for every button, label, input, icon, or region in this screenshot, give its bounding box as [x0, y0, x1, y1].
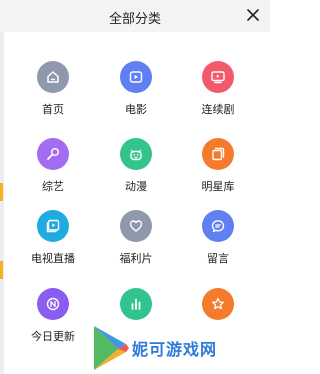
category-home[interactable]: 首页: [13, 61, 93, 121]
star-icon: [212, 297, 224, 310]
movie-icon-badge: [120, 61, 152, 93]
category-message[interactable]: 留言: [178, 210, 258, 270]
category-label: 电视直播: [31, 252, 75, 265]
category-series[interactable]: 连续剧: [178, 61, 258, 121]
live-tv-icon-badge: [37, 210, 69, 242]
new-badge-icon: [46, 297, 60, 311]
category-live-tv[interactable]: 电视直播: [13, 210, 93, 270]
watermark: 妮可游戏网: [88, 320, 270, 374]
bar-chart-icon: [131, 298, 141, 310]
heart-icon-badge: [120, 210, 152, 242]
cartoon-icon-badge: [120, 138, 152, 170]
category-grid: 首页 电影 连续剧 综艺 动漫 明星库 电视直播 福利片 留言 今日更新: [0, 0, 270, 374]
category-anime[interactable]: 动漫: [96, 138, 176, 198]
microphone-icon-badge: [37, 138, 69, 170]
microphone-icon: [47, 148, 59, 160]
category-variety[interactable]: 综艺: [13, 138, 93, 198]
star-icon-badge: [202, 288, 234, 320]
gallery-icon: [212, 147, 225, 161]
tv-icon: [211, 71, 225, 84]
message-icon: [211, 220, 225, 233]
category-label: 明星库: [201, 180, 235, 193]
tv-icon-badge: [202, 61, 234, 93]
message-icon-badge: [202, 210, 234, 242]
category-label: 连续剧: [201, 103, 235, 116]
category-label: 综艺: [42, 180, 64, 193]
category-today-update[interactable]: 今日更新: [13, 288, 93, 348]
category-label: 电影: [125, 103, 147, 116]
category-label: 福利片: [119, 252, 153, 265]
play-logo-icon: [94, 326, 129, 370]
new-icon-badge: [37, 288, 69, 320]
movie-play-icon: [129, 71, 143, 83]
chart-icon-badge: [120, 288, 152, 320]
gallery-icon-badge: [202, 138, 234, 170]
home-icon-badge: [37, 61, 69, 93]
category-movie[interactable]: 电影: [96, 61, 176, 121]
heart-icon: [129, 220, 143, 232]
category-label: 动漫: [125, 180, 147, 193]
home-icon: [47, 71, 59, 83]
category-welfare[interactable]: 福利片: [96, 210, 176, 270]
watermark-text: 妮可游戏网: [132, 340, 218, 359]
category-label: 留言: [207, 252, 229, 265]
category-label: 首页: [42, 103, 64, 116]
category-stars[interactable]: 明星库: [178, 138, 258, 198]
live-tv-icon: [46, 219, 60, 233]
cartoon-face-icon: [130, 149, 142, 161]
category-label: 今日更新: [31, 330, 75, 343]
